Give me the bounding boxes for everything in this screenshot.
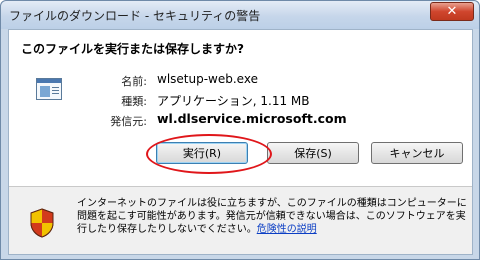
- dialog-body: このファイルを実行または保存しますか? 名前: wlsetup-web.exe …: [8, 29, 473, 255]
- run-button-highlight-ring: [146, 134, 272, 174]
- application-window-icon: [36, 78, 62, 100]
- save-button[interactable]: 保存(S): [267, 142, 359, 164]
- security-warning-message: インターネットのファイルは役に立ちますが、このファイルの種類はコンピューターに問…: [77, 197, 467, 236]
- close-button[interactable]: ✕: [430, 2, 474, 21]
- close-icon: ✕: [446, 4, 458, 19]
- title-bar[interactable]: ファイルのダウンロード - セキュリティの警告 ✕: [1, 1, 479, 29]
- name-value: wlsetup-web.exe: [157, 72, 258, 86]
- download-question: このファイルを実行または保存しますか?: [21, 42, 244, 56]
- security-warning-dialog: ファイルのダウンロード - セキュリティの警告 ✕ このファイルを実行または保存…: [0, 0, 480, 260]
- divider: [9, 186, 472, 187]
- name-label: 名前:: [121, 75, 147, 88]
- cancel-button[interactable]: キャンセル: [371, 142, 463, 164]
- source-label: 発信元:: [110, 115, 147, 128]
- risk-explanation-link[interactable]: 危険性の説明: [257, 224, 317, 235]
- security-shield-icon: [30, 208, 54, 238]
- window-title: ファイルのダウンロード - セキュリティの警告: [9, 9, 261, 23]
- type-label: 種類:: [121, 95, 147, 108]
- download-info-panel: このファイルを実行または保存しますか? 名前: wlsetup-web.exe …: [9, 30, 472, 186]
- type-value: アプリケーション, 1.11 MB: [157, 94, 310, 108]
- source-value: wl.dlservice.microsoft.com: [157, 111, 347, 126]
